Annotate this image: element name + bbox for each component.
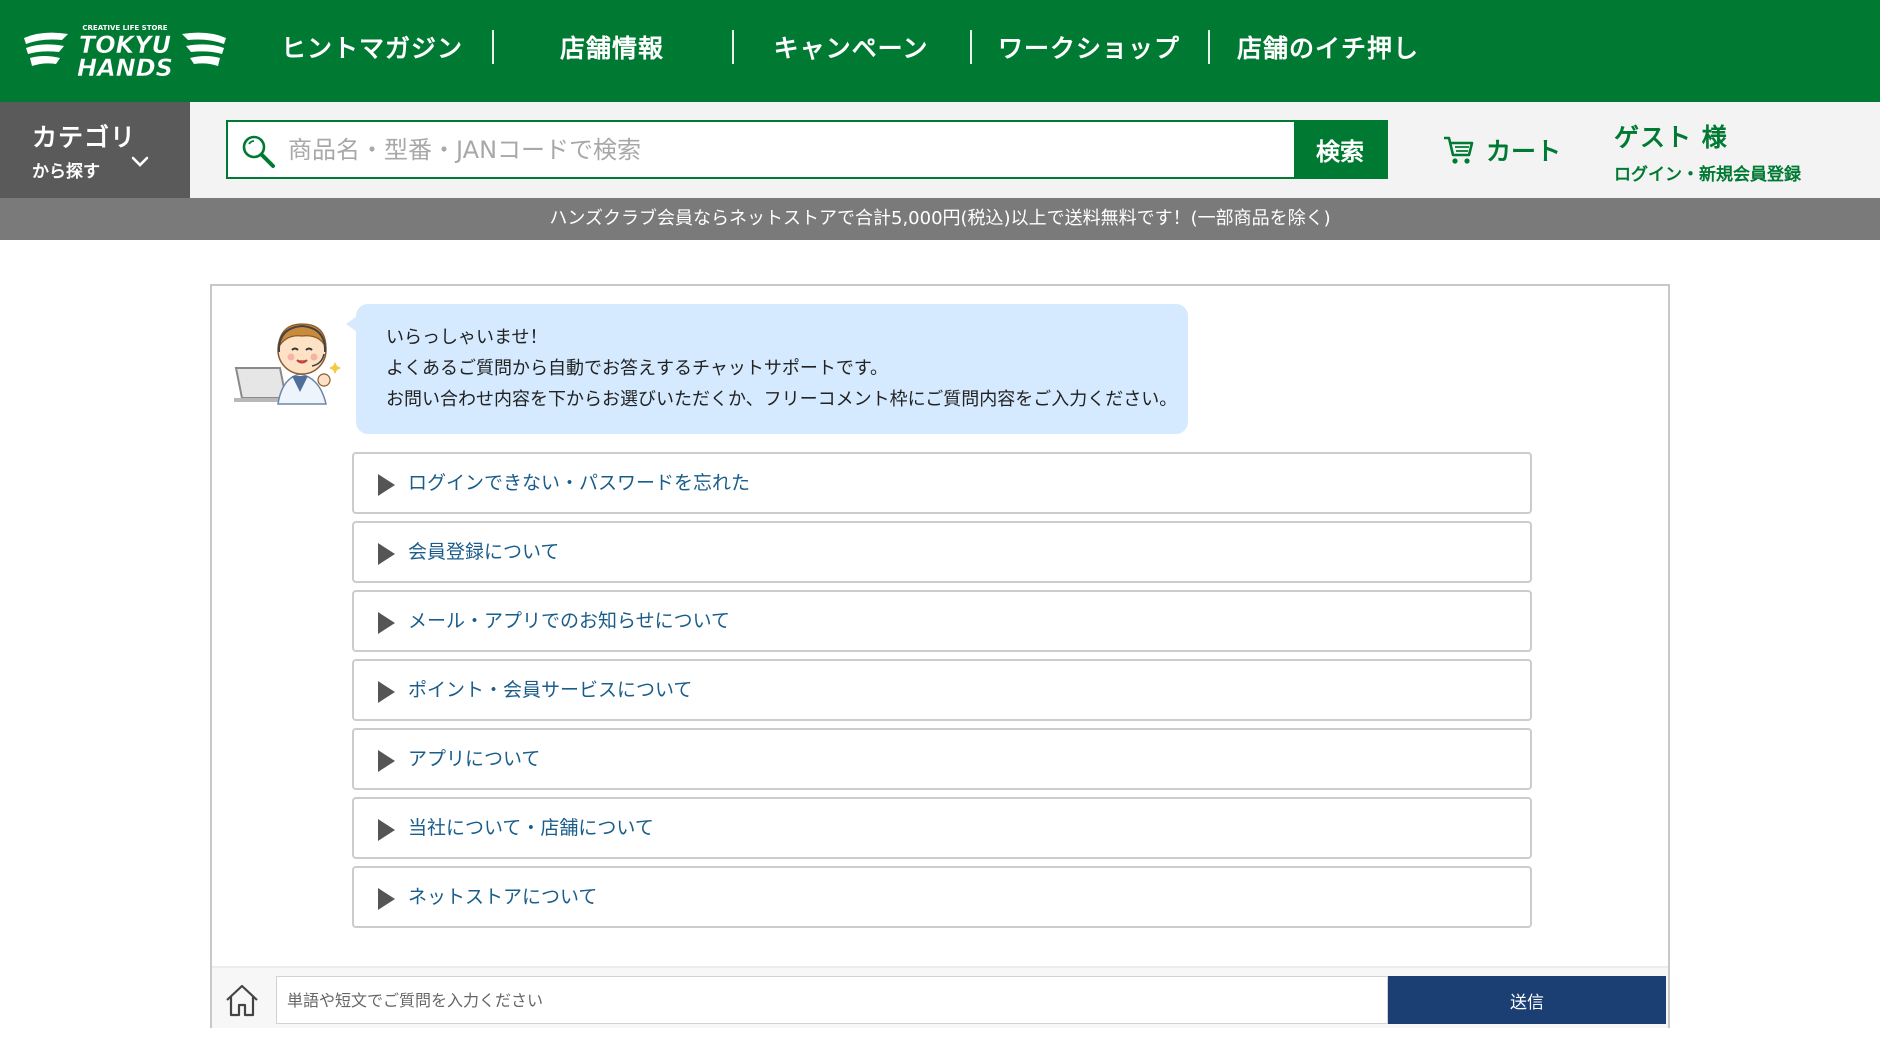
account-area[interactable]: ゲスト 様 ログイン・新規会員登録 — [1614, 118, 1801, 185]
nav-item-workshop[interactable]: ワークショップ — [970, 24, 1208, 70]
faq-option-notifications[interactable]: メール・アプリでのお知らせについて — [352, 590, 1532, 652]
home-icon[interactable] — [224, 982, 260, 1018]
search-icon — [242, 135, 275, 168]
triangle-right-icon — [378, 543, 395, 565]
nav-item-store-info[interactable]: 店舗情報 — [492, 24, 732, 70]
nav-item-store-picks[interactable]: 店舗のイチ押し — [1208, 24, 1448, 70]
cart-link[interactable]: カート — [1442, 130, 1561, 170]
free-shipping-notice: ハンズクラブ会員ならネットストアで合計5,000円(税込)以上で送料無料です！(… — [0, 198, 1880, 240]
welcome-line-1: いらっしゃいませ！ — [386, 327, 548, 348]
faq-option-app[interactable]: アプリについて — [352, 728, 1532, 790]
tokyu-hands-logo[interactable]: CREATIVE LIFE STORE TOKYU HANDS — [22, 20, 228, 82]
guest-name: ゲスト 様 — [1614, 123, 1728, 152]
triangle-right-icon — [378, 819, 395, 841]
main-nav: ヒントマガジン 店舗情報 キャンペーン ワークショップ 店舗のイチ押し — [252, 24, 1448, 70]
send-button[interactable]: 送信 — [1388, 976, 1666, 1024]
logo-text-hands: HANDS — [77, 54, 173, 82]
faq-option-label: アプリについて — [408, 748, 541, 770]
faq-option-net-store[interactable]: ネットストアについて — [352, 866, 1532, 928]
cart-icon — [1444, 136, 1474, 164]
chat-input-bar: 送信 — [212, 966, 1668, 1028]
search-box: 検索 — [226, 120, 1388, 179]
faq-option-login[interactable]: ログインできない・パスワードを忘れた — [352, 452, 1532, 514]
faq-option-company-stores[interactable]: 当社について・店舗について — [352, 797, 1532, 859]
chat-support-panel: いらっしゃいませ！ よくあるご質問から自動でお答えするチャットサポートです。 お… — [210, 284, 1670, 1028]
triangle-right-icon — [378, 888, 395, 910]
support-agent-avatar — [234, 323, 341, 405]
welcome-line-3: お問い合わせ内容を下からお選びいただくか、フリーコメント枠にご質問内容をご入力く… — [386, 389, 1178, 410]
welcome-message-bubble: いらっしゃいませ！ よくあるご質問から自動でお答えするチャットサポートです。 お… — [346, 304, 1188, 434]
triangle-right-icon — [378, 474, 395, 496]
category-subtitle: から探す — [32, 162, 100, 182]
chat-message-input[interactable] — [276, 976, 1388, 1024]
faq-option-label: 会員登録について — [408, 541, 560, 563]
triangle-right-icon — [378, 681, 395, 703]
faq-option-label: ポイント・会員サービスについて — [408, 679, 693, 701]
faq-option-list: ログインできない・パスワードを忘れた 会員登録について メール・アプリでのお知ら… — [352, 452, 1532, 935]
nav-item-campaign[interactable]: キャンペーン — [732, 24, 970, 70]
login-register-link[interactable]: ログイン・新規会員登録 — [1614, 160, 1801, 185]
faq-option-label: ログインできない・パスワードを忘れた — [408, 472, 751, 494]
faq-option-points[interactable]: ポイント・会員サービスについて — [352, 659, 1532, 721]
search-button[interactable]: 検索 — [1294, 122, 1386, 177]
welcome-line-2: よくあるご質問から自動でお答えするチャットサポートです。 — [386, 358, 889, 379]
cart-label: カート — [1486, 137, 1562, 166]
sub-header: カテゴリ から探す 検索 カート ゲスト 様 ログイン・新規会員登録 — [0, 102, 1880, 198]
triangle-right-icon — [378, 750, 395, 772]
category-title: カテゴリ — [32, 123, 137, 152]
faq-option-label: 当社について・店舗について — [408, 817, 654, 839]
faq-option-membership[interactable]: 会員登録について — [352, 521, 1532, 583]
triangle-right-icon — [378, 612, 395, 634]
search-input[interactable] — [288, 122, 1288, 177]
logo-graphic: CREATIVE LIFE STORE TOKYU HANDS — [24, 24, 226, 82]
nav-item-hint-magazine[interactable]: ヒントマガジン — [252, 24, 492, 70]
faq-option-label: ネットストアについて — [408, 886, 598, 908]
category-menu-button[interactable]: カテゴリ から探す — [0, 102, 190, 198]
faq-option-label: メール・アプリでのお知らせについて — [408, 610, 731, 632]
chevron-down-icon — [131, 156, 149, 167]
top-nav-bar: CREATIVE LIFE STORE TOKYU HANDS ヒントマガジン … — [0, 0, 1880, 102]
